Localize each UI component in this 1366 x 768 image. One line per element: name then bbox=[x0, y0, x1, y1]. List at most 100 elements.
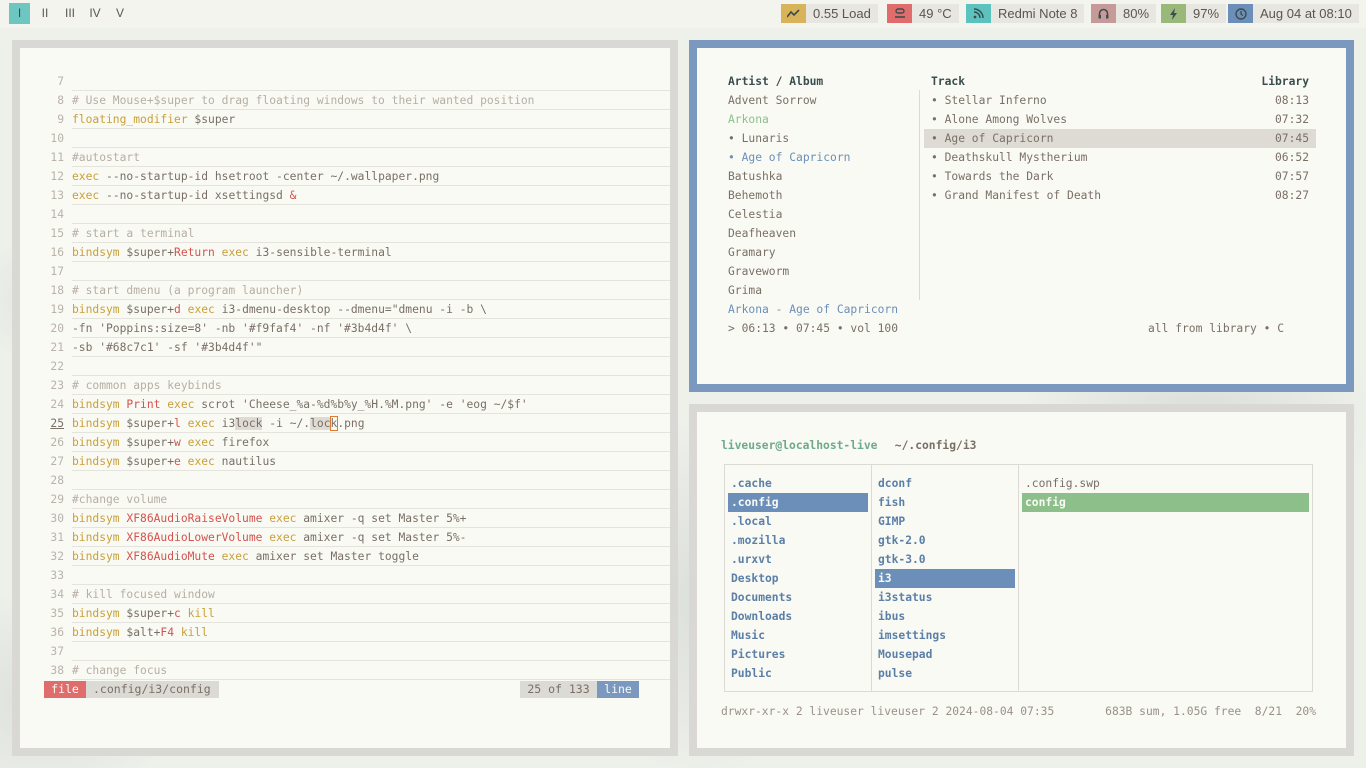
editor-line[interactable]: 25 bindsym $super+l exec i3lock -i ~/.loc… bbox=[20, 414, 670, 433]
editor-line[interactable]: 33 bbox=[20, 566, 670, 585]
artist-item[interactable]: Deafheaven bbox=[728, 224, 796, 243]
editor-line[interactable]: 15 # start a terminal bbox=[20, 224, 670, 243]
file-entry[interactable]: config bbox=[1022, 493, 1309, 512]
file-entry[interactable]: .mozilla bbox=[728, 531, 868, 550]
editor-line[interactable]: 9 floating_modifier $super bbox=[20, 110, 670, 129]
editor-line[interactable]: 20 -fn 'Poppins:size=8' -nb '#f9faf4' -nf… bbox=[20, 319, 670, 338]
editor-text-area[interactable]: 7 8 # Use Mouse+$super to drag floating wi… bbox=[20, 72, 670, 682]
top-bar: I II III IV V 0.55 Load 49 °C Redmi Note… bbox=[0, 0, 1366, 28]
file-entry[interactable]: Desktop bbox=[728, 569, 868, 588]
editor-line[interactable]: 32 bindsym XF86AudioMute exec amixer set … bbox=[20, 547, 670, 566]
file-entry[interactable]: GIMP bbox=[875, 512, 1015, 531]
editor-line[interactable]: 37 bbox=[20, 642, 670, 661]
artist-item[interactable]: • Lunaris bbox=[728, 129, 789, 148]
file-entry[interactable]: Pictures bbox=[728, 645, 868, 664]
editor-line[interactable]: 10 bbox=[20, 129, 670, 148]
track-row[interactable]: • Towards the Dark 07:57 bbox=[924, 167, 1316, 186]
editor-line[interactable]: 18 # start dmenu (a program launcher) bbox=[20, 281, 670, 300]
track-title: • Stellar Inferno bbox=[931, 94, 1047, 107]
code-text: exec --no-startup-id hsetroot -center ~/… bbox=[72, 167, 670, 186]
editor-line[interactable]: 26 bindsym $super+w exec firefox bbox=[20, 433, 670, 452]
editor-line[interactable]: 19 bindsym $super+d exec i3-dmenu-desktop… bbox=[20, 300, 670, 319]
editor-line[interactable]: 27 bindsym $super+e exec nautilus bbox=[20, 452, 670, 471]
artist-item[interactable]: Graveworm bbox=[728, 262, 789, 281]
editor-line[interactable]: 16 bindsym $super+Return exec i3-sensible… bbox=[20, 243, 670, 262]
artist-item[interactable]: Grima bbox=[728, 281, 762, 300]
editor-line[interactable]: 12 exec --no-startup-id hsetroot -center … bbox=[20, 167, 670, 186]
editor-line[interactable]: 28 bbox=[20, 471, 670, 490]
editor-line[interactable]: 35 bindsym $super+c kill bbox=[20, 604, 670, 623]
artist-item[interactable]: Advent Sorrow bbox=[728, 91, 816, 110]
music-window[interactable]: Artist / Album Track Library Advent Sorr… bbox=[689, 40, 1354, 392]
editor-line[interactable]: 17 bbox=[20, 262, 670, 281]
file-entry[interactable]: pulse bbox=[875, 664, 1015, 683]
editor-line[interactable]: 36 bindsym $alt+F4 kill bbox=[20, 623, 670, 642]
editor-line[interactable]: 8 # Use Mouse+$super to drag floating win… bbox=[20, 91, 670, 110]
code-text: bindsym $super+c kill bbox=[72, 604, 670, 623]
temp-indicator: 49 °C bbox=[887, 4, 959, 23]
file-manager-pane[interactable]: liveuser@localhost-live ~/.config/i3 .ca… bbox=[697, 412, 1346, 748]
file-entry[interactable]: .local bbox=[728, 512, 868, 531]
editor-line[interactable]: 34 # kill focused window bbox=[20, 585, 670, 604]
file-entry[interactable]: .cache bbox=[728, 474, 868, 493]
artist-item[interactable]: Arkona bbox=[728, 110, 769, 129]
artist-item[interactable]: Batushka bbox=[728, 167, 782, 186]
headphones-icon bbox=[1091, 4, 1116, 23]
editor-line[interactable]: 30 bindsym XF86AudioRaiseVolume exec amix… bbox=[20, 509, 670, 528]
editor-line[interactable]: 22 bbox=[20, 357, 670, 376]
file-entry[interactable]: fish bbox=[875, 493, 1015, 512]
file-entry[interactable]: .config bbox=[728, 493, 868, 512]
editor-pane[interactable]: 7 8 # Use Mouse+$super to drag floating wi… bbox=[20, 48, 670, 748]
workspace-3[interactable]: III bbox=[59, 3, 81, 24]
line-number: 10 bbox=[50, 132, 64, 145]
artist-item[interactable]: Behemoth bbox=[728, 186, 782, 205]
editor-window[interactable]: 7 8 # Use Mouse+$super to drag floating wi… bbox=[12, 40, 678, 756]
file-entry[interactable]: i3 bbox=[875, 569, 1015, 588]
music-pane[interactable]: Artist / Album Track Library Advent Sorr… bbox=[697, 48, 1346, 384]
track-row[interactable]: • Alone Among Wolves 07:32 bbox=[924, 110, 1316, 129]
workspace-2[interactable]: II bbox=[35, 3, 55, 24]
file-entry[interactable]: i3status bbox=[875, 588, 1015, 607]
editor-line[interactable]: 24 bindsym Print exec scrot 'Cheese_%a-%d… bbox=[20, 395, 670, 414]
artist-item[interactable]: • Age of Capricorn bbox=[728, 148, 850, 167]
editor-line[interactable]: 13 exec --no-startup-id xsettingsd & bbox=[20, 186, 670, 205]
file-entry[interactable]: Documents bbox=[728, 588, 868, 607]
workspace-1[interactable]: I bbox=[9, 3, 30, 24]
code-text: bindsym Print exec scrot 'Cheese_%a-%d%b… bbox=[72, 395, 670, 414]
editor-line[interactable]: 14 bbox=[20, 205, 670, 224]
line-number: 27 bbox=[50, 455, 64, 468]
editor-line[interactable]: 31 bindsym XF86AudioLowerVolume exec amix… bbox=[20, 528, 670, 547]
code-text bbox=[72, 262, 670, 281]
line-number: 8 bbox=[57, 94, 64, 107]
file-entry[interactable]: .config.swp bbox=[1022, 474, 1309, 493]
workspace-4[interactable]: IV bbox=[84, 3, 106, 24]
editor-line[interactable]: 7 bbox=[20, 72, 670, 91]
file-entry[interactable]: ibus bbox=[875, 607, 1015, 626]
file-entry[interactable]: Mousepad bbox=[875, 645, 1015, 664]
track-row[interactable]: • Grand Manifest of Death 08:27 bbox=[924, 186, 1316, 205]
artist-item[interactable]: Celestia bbox=[728, 205, 782, 224]
code-text: # change focus bbox=[72, 661, 670, 680]
file-entry[interactable]: Downloads bbox=[728, 607, 868, 626]
track-row[interactable]: • Deathskull Mystherium 06:52 bbox=[924, 148, 1316, 167]
editor-line[interactable]: 23 # common apps keybinds bbox=[20, 376, 670, 395]
editor-line[interactable]: 21 -sb '#68c7c1' -sf '#3b4d4f'" bbox=[20, 338, 670, 357]
artist-item[interactable]: Gramary bbox=[728, 243, 776, 262]
file-manager-window[interactable]: liveuser@localhost-live ~/.config/i3 .ca… bbox=[689, 404, 1354, 756]
code-text: bindsym $super+Return exec i3-sensible-t… bbox=[72, 243, 670, 262]
track-row[interactable]: • Age of Capricorn 07:45 bbox=[924, 129, 1316, 148]
editor-line[interactable]: 38 # change focus bbox=[20, 661, 670, 680]
line-number: 7 bbox=[57, 75, 64, 88]
track-row[interactable]: • Stellar Inferno 08:13 bbox=[924, 91, 1316, 110]
file-entry[interactable]: Public bbox=[728, 664, 868, 683]
file-entry[interactable]: gtk-3.0 bbox=[875, 550, 1015, 569]
editor-line[interactable]: 29 #change volume bbox=[20, 490, 670, 509]
file-entry[interactable]: gtk-2.0 bbox=[875, 531, 1015, 550]
line-number: 21 bbox=[50, 341, 64, 354]
workspace-5[interactable]: V bbox=[110, 3, 130, 24]
file-entry[interactable]: .urxvt bbox=[728, 550, 868, 569]
file-entry[interactable]: Music bbox=[728, 626, 868, 645]
file-entry[interactable]: dconf bbox=[875, 474, 1015, 493]
editor-line[interactable]: 11 #autostart bbox=[20, 148, 670, 167]
file-entry[interactable]: imsettings bbox=[875, 626, 1015, 645]
